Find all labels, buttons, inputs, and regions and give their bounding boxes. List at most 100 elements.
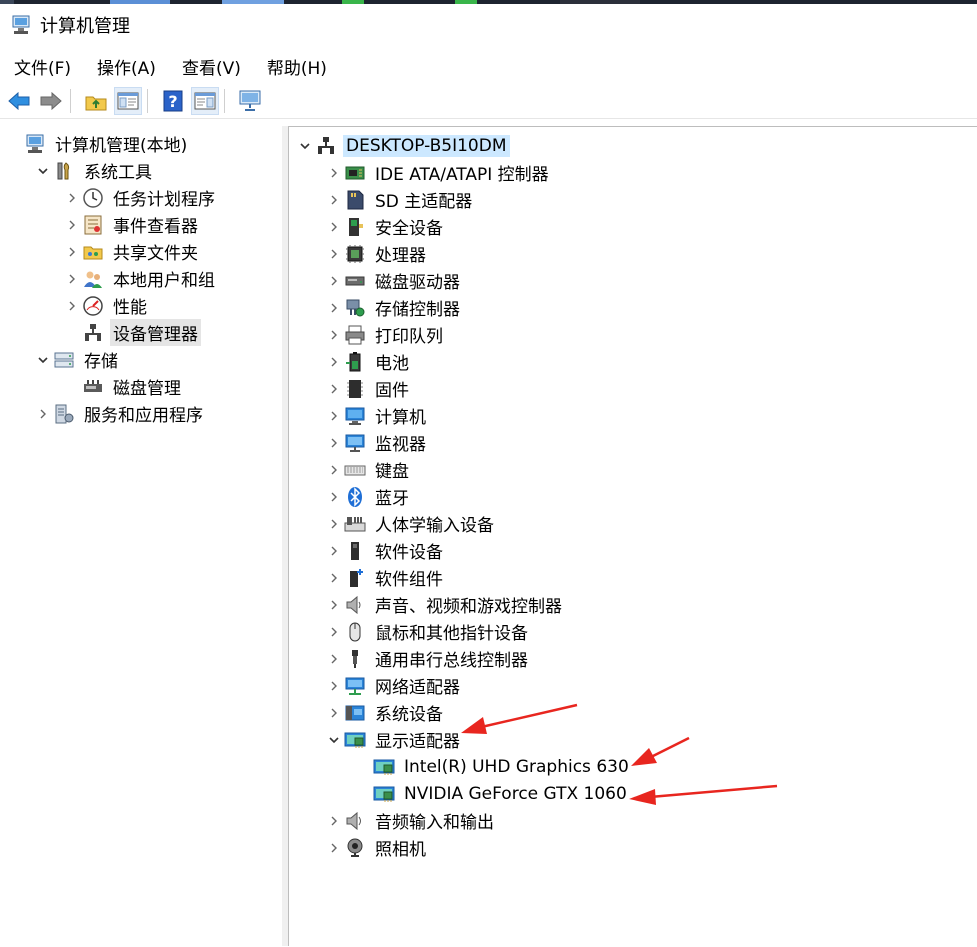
device-tree-item[interactable]: 蓝牙 (324, 483, 412, 510)
menu-action[interactable]: 操作(A) (83, 54, 168, 79)
chevron-right-icon[interactable] (324, 622, 344, 642)
device-tree-item[interactable]: 电池 (324, 348, 412, 375)
up-folder-icon[interactable] (83, 88, 109, 114)
nav-tree-item-label: 性能 (113, 298, 147, 318)
chevron-right-icon[interactable] (62, 269, 82, 289)
computer-management-icon (10, 14, 32, 36)
chevron-right-icon[interactable] (324, 514, 344, 534)
device-tree-item[interactable]: NVIDIA GeForce GTX 1060 (353, 780, 630, 807)
title-bar[interactable]: 计算机管理 (0, 4, 977, 46)
nav-tree-item[interactable]: 事件查看器 (62, 211, 201, 238)
chevron-right-icon[interactable] (324, 325, 344, 345)
chevron-right-icon[interactable] (324, 406, 344, 426)
device-tree-item[interactable]: 网络适配器 (324, 672, 463, 699)
device-tree-item[interactable]: 安全设备 (324, 213, 446, 240)
nav-tree-item[interactable]: 本地用户和组 (62, 265, 218, 292)
nav-tree-item-label: 计算机管理(本地) (55, 136, 188, 156)
window-title: 计算机管理 (40, 16, 130, 37)
chevron-right-icon[interactable] (324, 433, 344, 453)
navigation-tree-pane[interactable]: 计算机管理(本地) 系统工具 任务计划程序 事件查看器共享文件夹 本地用户和组性能 设备管… (0, 126, 283, 946)
chevron-right-icon[interactable] (324, 676, 344, 696)
device-tree-pane[interactable]: DESKTOP-B5I10DM IDE ATA/ATAPI 控制器 SD 主适配器安… (289, 126, 977, 947)
nav-tree-item-label: 系统工具 (84, 163, 152, 183)
menu-file[interactable]: 文件(F) (0, 54, 83, 79)
device-tree-item[interactable]: 系统设备 (324, 699, 446, 726)
battery-icon (344, 351, 366, 373)
nav-tree-item-label: 服务和应用程序 (84, 406, 203, 426)
device-tree-item[interactable]: IDE ATA/ATAPI 控制器 (324, 159, 552, 186)
action-pane-icon[interactable] (191, 87, 219, 115)
device-tree-item[interactable]: 音频输入和输出 (324, 807, 497, 834)
chevron-right-icon[interactable] (33, 404, 53, 424)
device-tree-item[interactable]: 鼠标和其他指针设备 (324, 618, 531, 645)
device-tree-item[interactable]: 计算机 (324, 402, 429, 429)
chevron-right-icon[interactable] (62, 188, 82, 208)
chevron-right-icon[interactable] (324, 487, 344, 507)
menu-view[interactable]: 查看(V) (168, 54, 253, 79)
help-icon[interactable]: ? (160, 88, 186, 114)
chevron-right-icon[interactable] (62, 242, 82, 262)
device-tree-item[interactable]: 键盘 (324, 456, 412, 483)
device-tree-item[interactable]: 处理器 (324, 240, 429, 267)
device-tree-item[interactable]: 固件 (324, 375, 412, 402)
nav-tree-item[interactable]: 存储 (33, 346, 121, 373)
chevron-right-icon[interactable] (324, 379, 344, 399)
device-tree-item[interactable]: 通用串行总线控制器 (324, 645, 531, 672)
chevron-right-icon[interactable] (324, 811, 344, 831)
chevron-right-icon[interactable] (324, 244, 344, 264)
nav-tree-item[interactable]: 设备管理器 (62, 319, 201, 346)
chevron-right-icon[interactable] (62, 215, 82, 235)
device-tree-item-label: 通用串行总线控制器 (375, 651, 528, 671)
device-tree-item[interactable]: 打印队列 (324, 321, 446, 348)
device-tree-item[interactable]: Intel(R) UHD Graphics 630 (353, 753, 632, 780)
device-tree-item[interactable]: 磁盘驱动器 (324, 267, 463, 294)
nav-tree-item[interactable]: 磁盘管理 (62, 373, 184, 400)
nav-tree-item[interactable]: 性能 (62, 292, 150, 319)
chevron-down-icon[interactable] (33, 350, 53, 370)
chevron-right-icon[interactable] (324, 217, 344, 237)
chevron-down-icon[interactable] (324, 730, 344, 750)
chevron-right-icon[interactable] (324, 190, 344, 210)
device-tree-item[interactable]: 人体学输入设备 (324, 510, 497, 537)
toolbar: ? (0, 84, 977, 119)
nav-tree-item[interactable]: 服务和应用程序 (33, 400, 206, 427)
chevron-right-icon[interactable] (324, 838, 344, 858)
chevron-right-icon[interactable] (324, 298, 344, 318)
chevron-right-icon[interactable] (324, 649, 344, 669)
device-tree-item[interactable]: 声音、视频和游戏控制器 (324, 591, 565, 618)
device-tree-item[interactable]: SD 主适配器 (324, 186, 475, 213)
nav-tree-item-label: 共享文件夹 (113, 244, 198, 264)
chevron-right-icon[interactable] (62, 296, 82, 316)
toolbar-separator (224, 89, 225, 113)
device-tree-item-label: 固件 (375, 381, 409, 401)
nav-tree-item[interactable]: 共享文件夹 (62, 238, 201, 265)
device-tree-item[interactable]: 软件组件 (324, 564, 446, 591)
device-tree-item[interactable]: 照相机 (324, 834, 429, 861)
chevron-right-icon[interactable] (324, 460, 344, 480)
device-tree-item[interactable]: DESKTOP-B5I10DM (295, 132, 510, 159)
nav-tree-item[interactable]: 系统工具 (33, 157, 155, 184)
pane-splitter[interactable] (282, 126, 289, 946)
forward-icon[interactable] (38, 88, 64, 114)
audio-io-icon (344, 810, 366, 832)
monitor-icon[interactable] (237, 88, 263, 114)
nav-tree-item-label: 存储 (84, 352, 118, 372)
chevron-down-icon[interactable] (33, 161, 53, 181)
show-hide-tree-icon[interactable] (114, 87, 142, 115)
chevron-right-icon[interactable] (324, 163, 344, 183)
chevron-down-icon[interactable] (295, 136, 315, 156)
back-icon[interactable] (6, 88, 32, 114)
nav-tree-item[interactable]: 任务计划程序 (62, 184, 218, 211)
chevron-right-icon[interactable] (324, 568, 344, 588)
chevron-right-icon[interactable] (324, 541, 344, 561)
device-tree-item[interactable]: 显示适配器 (324, 726, 463, 753)
device-tree-item[interactable]: 存储控制器 (324, 294, 463, 321)
device-tree-item[interactable]: 软件设备 (324, 537, 446, 564)
nav-tree-item[interactable]: 计算机管理(本地) (4, 130, 190, 157)
chevron-right-icon[interactable] (324, 271, 344, 291)
menu-help[interactable]: 帮助(H) (253, 54, 339, 79)
chevron-right-icon[interactable] (324, 703, 344, 723)
device-tree-item[interactable]: 监视器 (324, 429, 429, 456)
chevron-right-icon[interactable] (324, 352, 344, 372)
chevron-right-icon[interactable] (324, 595, 344, 615)
